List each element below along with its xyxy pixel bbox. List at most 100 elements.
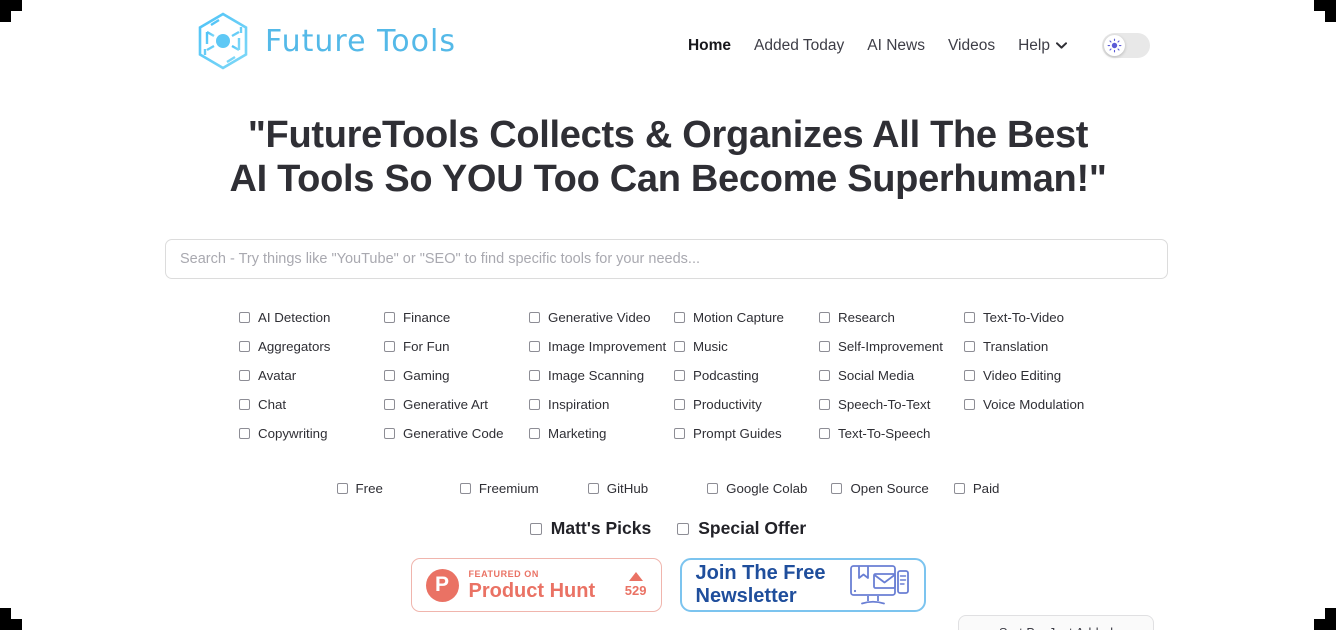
checkbox-icon[interactable] (239, 341, 250, 352)
checkbox-icon[interactable] (239, 399, 250, 410)
product-hunt-text: FEATURED ON Product Hunt (469, 569, 615, 602)
pricing-filter-paid[interactable]: Paid (953, 481, 999, 496)
pricing-filter-github[interactable]: GitHub (587, 481, 649, 496)
checkbox-icon[interactable] (336, 483, 348, 494)
category-filter-self-improvement[interactable]: Self-Improvement (819, 339, 964, 354)
checkbox-icon[interactable] (674, 428, 685, 439)
checkbox-icon[interactable] (707, 483, 719, 494)
corner-marker-bottom-right (1314, 608, 1336, 630)
checkbox-label: Image Improvement (548, 339, 667, 354)
category-filter-for-fun[interactable]: For Fun (384, 339, 529, 354)
checkbox-icon[interactable] (819, 312, 830, 323)
upvote-triangle-icon (628, 572, 643, 581)
category-filter-finance[interactable]: Finance (384, 310, 529, 325)
category-filter-social-media[interactable]: Social Media (819, 368, 964, 383)
category-filter-podcasting[interactable]: Podcasting (674, 368, 819, 383)
checkbox-icon[interactable] (529, 399, 540, 410)
checkbox-icon[interactable] (587, 483, 599, 494)
checkbox-label: GitHub (606, 481, 649, 496)
pricing-filter-google-colab[interactable]: Google Colab (707, 481, 807, 496)
checkbox-icon[interactable] (384, 428, 395, 439)
category-filter-image-scanning[interactable]: Image Scanning (529, 368, 674, 383)
sort-dropdown[interactable]: Sort By: Just Added (958, 615, 1154, 630)
checkbox-icon[interactable] (819, 428, 830, 439)
pricing-filter-freemium[interactable]: Freemium (459, 481, 539, 496)
checkbox-icon[interactable] (819, 399, 830, 410)
product-hunt-badge[interactable]: P FEATURED ON Product Hunt 529 (410, 558, 662, 612)
category-filter-research[interactable]: Research (819, 310, 964, 325)
checkbox-icon[interactable] (964, 312, 975, 323)
page-title-line-1: "FutureTools Collects & Organizes All Th… (247, 114, 1089, 156)
category-filter-speech-to-text[interactable]: Speech-To-Text (819, 397, 964, 412)
category-filter-ai-detection[interactable]: AI Detection (239, 310, 384, 325)
checkbox-icon[interactable] (819, 370, 830, 381)
checkbox-icon[interactable] (384, 341, 395, 352)
nav-item-ai-news[interactable]: AI News (867, 37, 925, 55)
checkbox-icon[interactable] (964, 341, 975, 352)
search-input[interactable] (165, 239, 1168, 279)
checkbox-icon[interactable] (529, 370, 540, 381)
checkbox-icon[interactable] (239, 428, 250, 439)
badge-row: P FEATURED ON Product Hunt 529 Join The … (0, 558, 1336, 612)
category-filter-avatar[interactable]: Avatar (239, 368, 384, 383)
checkbox-icon[interactable] (239, 370, 250, 381)
checkbox-icon[interactable] (529, 428, 540, 439)
category-filter-gaming[interactable]: Gaming (384, 368, 529, 383)
nav-item-help[interactable]: Help (1018, 37, 1067, 55)
category-filter-voice-modulation[interactable]: Voice Modulation (964, 397, 1109, 412)
checkbox-icon[interactable] (674, 399, 685, 410)
checkbox-icon[interactable] (459, 483, 471, 494)
checkbox-icon[interactable] (529, 341, 540, 352)
checkbox-label: Copywriting (258, 426, 328, 441)
checkbox-icon[interactable] (953, 483, 965, 494)
checkbox-icon[interactable] (384, 312, 395, 323)
checkbox-icon[interactable] (674, 341, 685, 352)
checkbox-icon[interactable] (674, 370, 685, 381)
checkbox-icon[interactable] (384, 399, 395, 410)
category-filter-text-to-video[interactable]: Text-To-Video (964, 310, 1109, 325)
checkbox-icon[interactable] (831, 483, 843, 494)
category-filter-generative-art[interactable]: Generative Art (384, 397, 529, 412)
category-filter-copywriting[interactable]: Copywriting (239, 426, 384, 441)
brand-logo-link[interactable]: Future Tools (193, 11, 456, 71)
checkbox-icon[interactable] (529, 522, 542, 535)
nav-item-added-today[interactable]: Added Today (754, 37, 844, 55)
category-filter-motion-capture[interactable]: Motion Capture (674, 310, 819, 325)
theme-toggle[interactable] (1102, 33, 1150, 58)
search-bar (165, 239, 1168, 279)
category-filter-aggregators[interactable]: Aggregators (239, 339, 384, 354)
category-filter-chat[interactable]: Chat (239, 397, 384, 412)
category-filter-music[interactable]: Music (674, 339, 819, 354)
checkbox-icon[interactable] (239, 312, 250, 323)
checkbox-icon[interactable] (964, 370, 975, 381)
nav-item-videos[interactable]: Videos (948, 37, 995, 55)
category-filter-generative-code[interactable]: Generative Code (384, 426, 529, 441)
nav-item-home[interactable]: Home (688, 37, 731, 55)
category-filter-text-to-speech[interactable]: Text-To-Speech (819, 426, 964, 441)
category-filter-translation[interactable]: Translation (964, 339, 1109, 354)
newsletter-badge[interactable]: Join The Free Newsletter (679, 558, 926, 612)
special-filter-matt-s-picks[interactable]: Matt's Picks (529, 518, 651, 539)
checkbox-label: Research (838, 310, 895, 325)
category-filter-image-improvement[interactable]: Image Improvement (529, 339, 674, 354)
pricing-filter-free[interactable]: Free (336, 481, 383, 496)
special-filter-special-offer[interactable]: Special Offer (677, 518, 806, 539)
checkbox-icon[interactable] (529, 312, 540, 323)
checkbox-icon[interactable] (819, 341, 830, 352)
category-filter-marketing[interactable]: Marketing (529, 426, 674, 441)
checkbox-icon[interactable] (384, 370, 395, 381)
newsletter-line-1: Join The Free (695, 562, 826, 584)
category-filter-video-editing[interactable]: Video Editing (964, 368, 1109, 383)
pricing-filter-open-source[interactable]: Open Source (831, 481, 929, 496)
checkbox-icon[interactable] (674, 312, 685, 323)
category-filter-productivity[interactable]: Productivity (674, 397, 819, 412)
nav-item-help-label: Help (1018, 36, 1050, 54)
product-hunt-vote: 529 (625, 572, 647, 598)
page-title: "FutureTools Collects & Organizes All Th… (0, 113, 1336, 201)
corner-marker-top-right (1314, 0, 1336, 22)
category-filter-generative-video[interactable]: Generative Video (529, 310, 674, 325)
checkbox-icon[interactable] (964, 399, 975, 410)
category-filter-prompt-guides[interactable]: Prompt Guides (674, 426, 819, 441)
category-filter-inspiration[interactable]: Inspiration (529, 397, 674, 412)
checkbox-icon[interactable] (677, 522, 690, 535)
